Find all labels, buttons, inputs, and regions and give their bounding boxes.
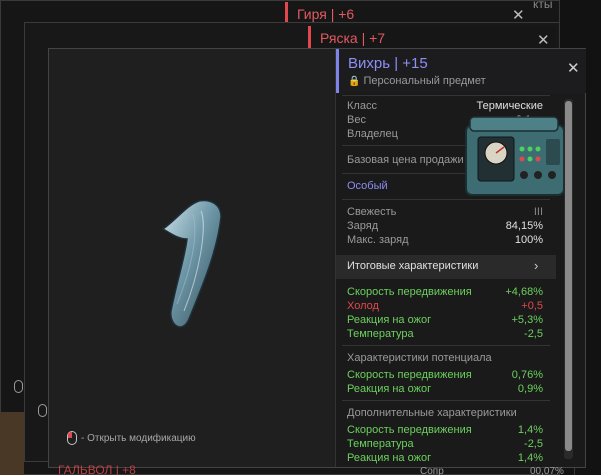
status-row: Заряд 84,15% xyxy=(347,220,543,232)
hint-text: - Открыть модификацию xyxy=(81,432,196,444)
rarity-label: Особый xyxy=(347,180,388,192)
chevron-right-icon: › xyxy=(534,258,539,273)
item-preview-pane: - Открыть модификацию xyxy=(49,49,335,467)
window-header-ryaska[interactable]: Ряска | +7 xyxy=(308,26,556,50)
close-icon[interactable]: ✕ xyxy=(512,8,525,23)
bottom-right-label: Сопр xyxy=(420,466,444,475)
divider xyxy=(342,95,550,96)
divider xyxy=(342,400,550,401)
container-icon xyxy=(465,116,565,196)
summary-row: Скорость передвижения +4,68% xyxy=(347,286,543,298)
item-window: - Открыть модификацию Вихрь | +15 🔒 Перс… xyxy=(48,48,586,468)
status-row: Свежесть III xyxy=(347,206,543,218)
lock-icon: 🔒 xyxy=(348,76,361,87)
extra-label: Дополнительные характеристики xyxy=(347,407,517,419)
scrollbar[interactable] xyxy=(564,99,573,459)
window-title-girya: Гиря | +6 xyxy=(297,6,355,22)
item-title-box: Вихрь | +15 🔒 Персональный предмет ✕ xyxy=(336,49,586,93)
window-title-ryaska: Ряска | +7 xyxy=(320,30,386,46)
extra-row: Реакция на ожог 1,4% xyxy=(347,452,543,464)
item-title: Вихрь | +15 xyxy=(348,55,428,72)
base-price-label: Базовая цена продажи xyxy=(347,154,464,166)
potential-row: Реакция на ожог 0,9% xyxy=(347,383,543,395)
divider xyxy=(342,345,550,346)
item-info-pane: Вихрь | +15 🔒 Персональный предмет ✕ Кла… xyxy=(335,49,586,467)
potential-label: Характеристики потенциала xyxy=(347,352,492,364)
mouse-icon xyxy=(14,380,23,393)
bottom-left-stub xyxy=(0,412,24,475)
item-subtitle-text: Персональный предмет xyxy=(363,75,486,87)
divider xyxy=(342,199,550,200)
claw-icon xyxy=(161,199,222,328)
summary-row: Реакция на ожог +5,3% xyxy=(347,314,543,326)
bottom-left-title: ГАЛЬВОЛ | +8 xyxy=(58,463,136,475)
hint-open-modification: - Открыть модификацию xyxy=(67,431,196,445)
scroll-thumb[interactable] xyxy=(565,101,572,451)
extra-row: Температура -2,5 xyxy=(347,438,543,450)
top-fragment: кты xyxy=(533,0,553,11)
summary-row: Температура -2,5 xyxy=(347,328,543,340)
prop-row: Класс Термические xyxy=(347,100,543,112)
summary-row: Холод +0,5 xyxy=(347,300,543,312)
extra-row: Скорость передвижения 1,4% xyxy=(347,424,543,436)
potential-row: Скорость передвижения 0,76% xyxy=(347,369,543,381)
close-icon[interactable]: ✕ xyxy=(537,33,550,48)
summary-header[interactable]: Итоговые характеристики › xyxy=(336,255,556,279)
bottom-right-value: 00,07% xyxy=(530,466,564,475)
mouse-icon xyxy=(38,404,47,417)
mouse-icon xyxy=(67,431,77,445)
summary-label: Итоговые характеристики xyxy=(347,260,479,272)
status-row: Макс. заряд 100% xyxy=(347,234,543,246)
item-subtitle: 🔒 Персональный предмет xyxy=(348,75,486,87)
close-icon[interactable]: ✕ xyxy=(567,59,580,77)
